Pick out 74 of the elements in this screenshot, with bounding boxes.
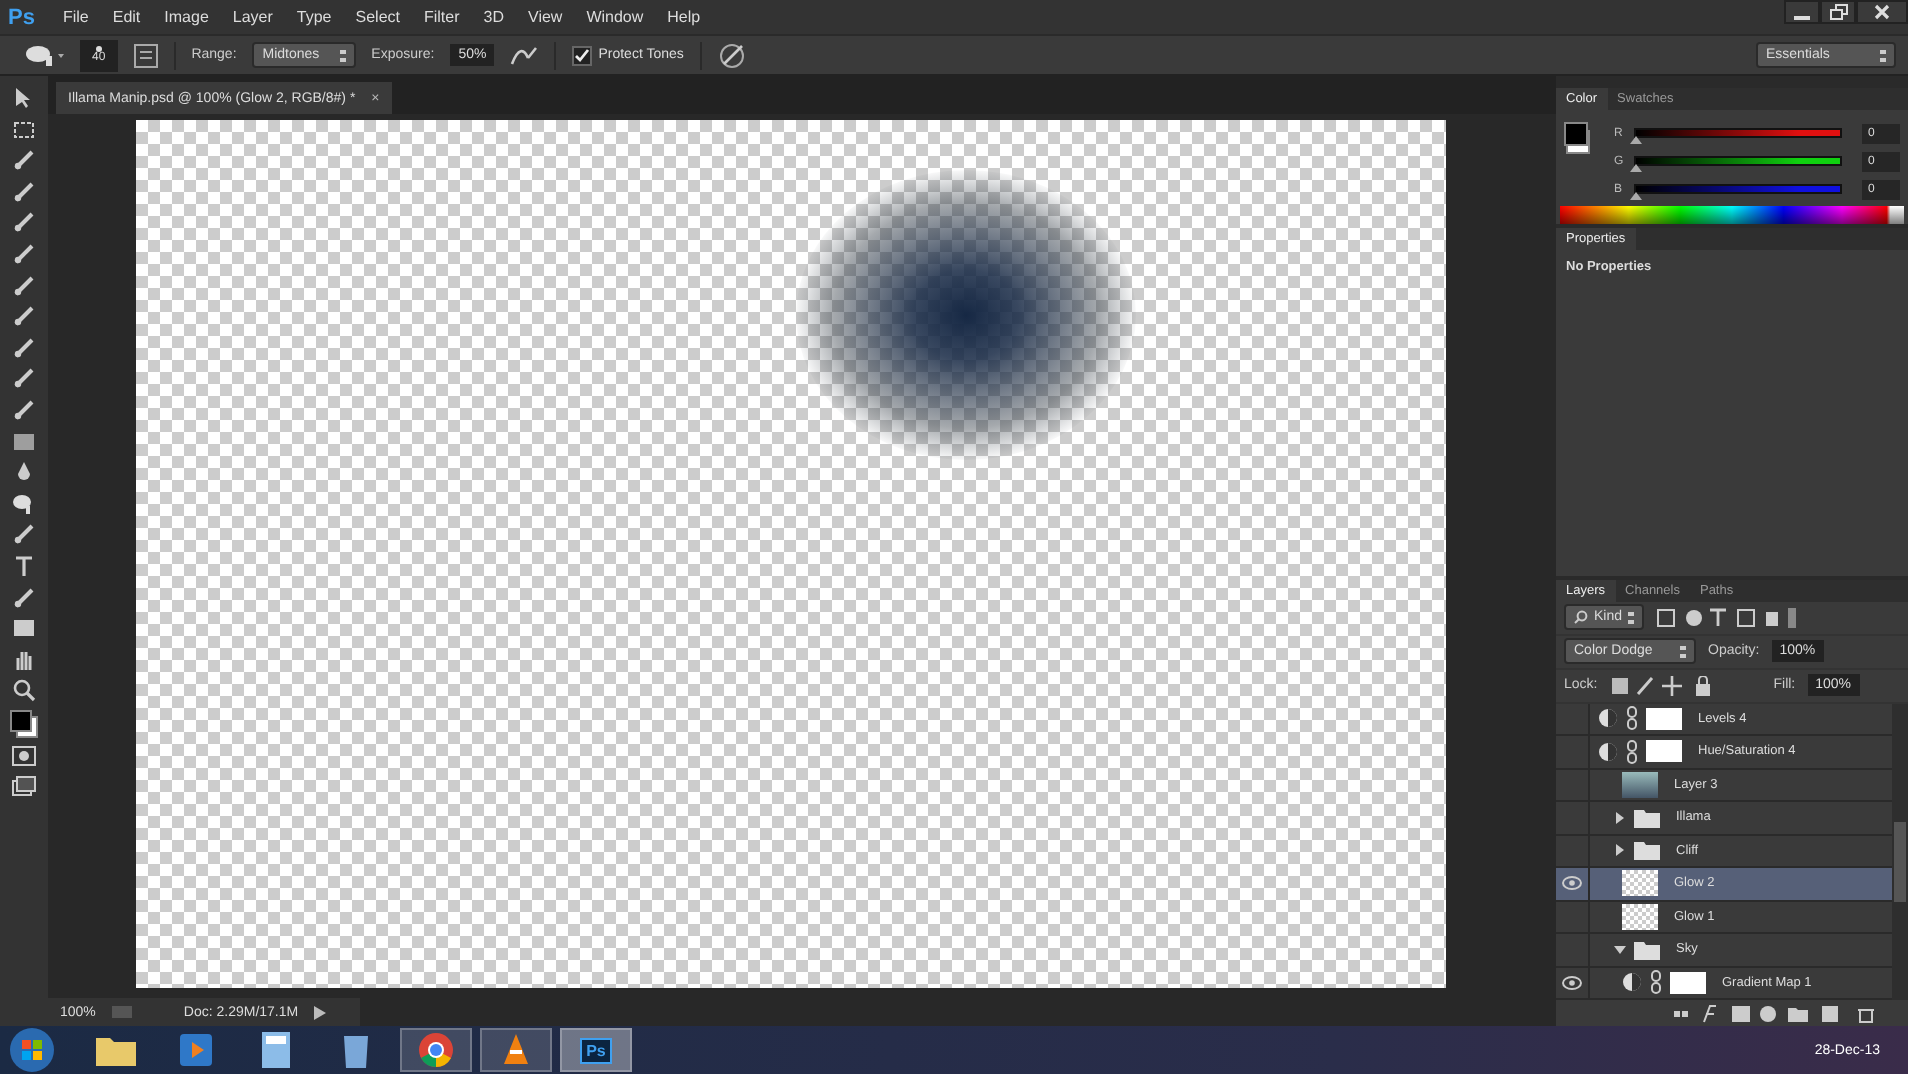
taskbar-app[interactable] xyxy=(400,1028,472,1072)
play-icon xyxy=(180,1034,212,1066)
menu-item[interactable]: Type xyxy=(284,8,344,26)
restore-icon xyxy=(1829,4,1847,20)
menu-item[interactable]: View xyxy=(516,8,575,26)
eye-icon[interactable] xyxy=(1556,868,1590,899)
brush-panel-icon[interactable] xyxy=(133,43,158,67)
layer-thumbnail xyxy=(1622,870,1658,897)
color-slider[interactable] xyxy=(1634,156,1842,166)
scrollbar[interactable] xyxy=(1892,703,1908,1000)
drop-tool-icon[interactable] xyxy=(12,460,36,485)
slider-thumb[interactable] xyxy=(1630,164,1642,172)
eye-icon[interactable] xyxy=(1556,967,1590,998)
menu-item[interactable]: 3D xyxy=(471,8,516,26)
layer-mask-thumbnail xyxy=(1670,971,1706,994)
app-icon: Ps xyxy=(580,1037,612,1063)
menu-item[interactable]: File xyxy=(50,8,101,26)
layer-thumbnail xyxy=(1622,903,1658,930)
menu-item[interactable]: Filter xyxy=(411,8,472,26)
color-swatches[interactable] xyxy=(10,709,38,738)
lock-icons-drawing[interactable] xyxy=(1609,675,1714,695)
folder-icon xyxy=(1634,840,1660,861)
caret-right-icon[interactable] xyxy=(1614,844,1626,857)
minimize-button[interactable] xyxy=(1784,0,1820,24)
hand-tool-icon[interactable] xyxy=(12,647,36,672)
pressure-icon[interactable] xyxy=(717,41,746,69)
chain-icon xyxy=(1626,739,1638,764)
marquee-tool-icon[interactable] xyxy=(12,117,36,142)
close-button[interactable] xyxy=(1856,0,1908,24)
restore-button[interactable] xyxy=(1820,0,1856,24)
search-icon xyxy=(1574,610,1588,624)
round-logo-icon xyxy=(418,1032,454,1068)
slider-thumb[interactable] xyxy=(1630,136,1642,144)
caret-right-icon[interactable] xyxy=(1614,811,1626,824)
caret-down-icon[interactable] xyxy=(1614,943,1626,956)
folder-icon xyxy=(96,1034,136,1066)
menu-item[interactable]: Help xyxy=(655,8,713,26)
zoom-tool-icon[interactable] xyxy=(12,678,36,703)
folder-icon xyxy=(1634,939,1660,960)
status-icon xyxy=(111,1006,132,1018)
shape-tool-icon[interactable] xyxy=(12,616,36,641)
screen-mode-icon[interactable] xyxy=(12,776,36,801)
adjustment-icon xyxy=(1622,972,1642,993)
menu-item[interactable]: Select xyxy=(343,8,412,26)
chain-icon xyxy=(1650,970,1662,995)
quick-mask-icon[interactable] xyxy=(12,744,36,769)
color-slider[interactable] xyxy=(1634,128,1842,138)
type-tool-icon[interactable] xyxy=(12,553,36,578)
start-orb-icon[interactable] xyxy=(8,1026,56,1074)
app-logo: Ps xyxy=(8,5,35,29)
menu-item[interactable]: Layer xyxy=(220,8,285,26)
color-swatches[interactable] xyxy=(1564,121,1590,153)
traffic-cone-icon xyxy=(498,1032,534,1068)
folder-icon xyxy=(1634,807,1660,828)
filter-icons-drawing[interactable] xyxy=(1656,607,1796,627)
check-icon xyxy=(574,47,591,63)
close-icon xyxy=(1874,4,1890,20)
airbrush-icon[interactable] xyxy=(510,43,539,67)
bin-icon xyxy=(340,1032,372,1068)
adjustment-icon xyxy=(1598,741,1618,762)
caret-right-icon[interactable] xyxy=(314,1005,327,1019)
chain-icon xyxy=(1626,706,1638,731)
dodge-tool-icon[interactable] xyxy=(12,491,36,516)
menu-item[interactable]: Edit xyxy=(100,8,153,26)
color-spectrum-bar[interactable] xyxy=(1560,205,1904,223)
adjustment-icon xyxy=(1598,708,1618,729)
layer-mask-thumbnail xyxy=(1646,707,1682,730)
menu-item[interactable]: Image xyxy=(152,8,221,26)
photo-placeholder xyxy=(1622,771,1658,798)
menu-item[interactable]: Window xyxy=(574,8,656,26)
calculator-icon xyxy=(262,1032,290,1068)
layer-mask-thumbnail xyxy=(1646,740,1682,763)
dodge-tool-icon[interactable] xyxy=(24,43,64,67)
taskbar-app[interactable]: Ps xyxy=(560,1028,632,1072)
